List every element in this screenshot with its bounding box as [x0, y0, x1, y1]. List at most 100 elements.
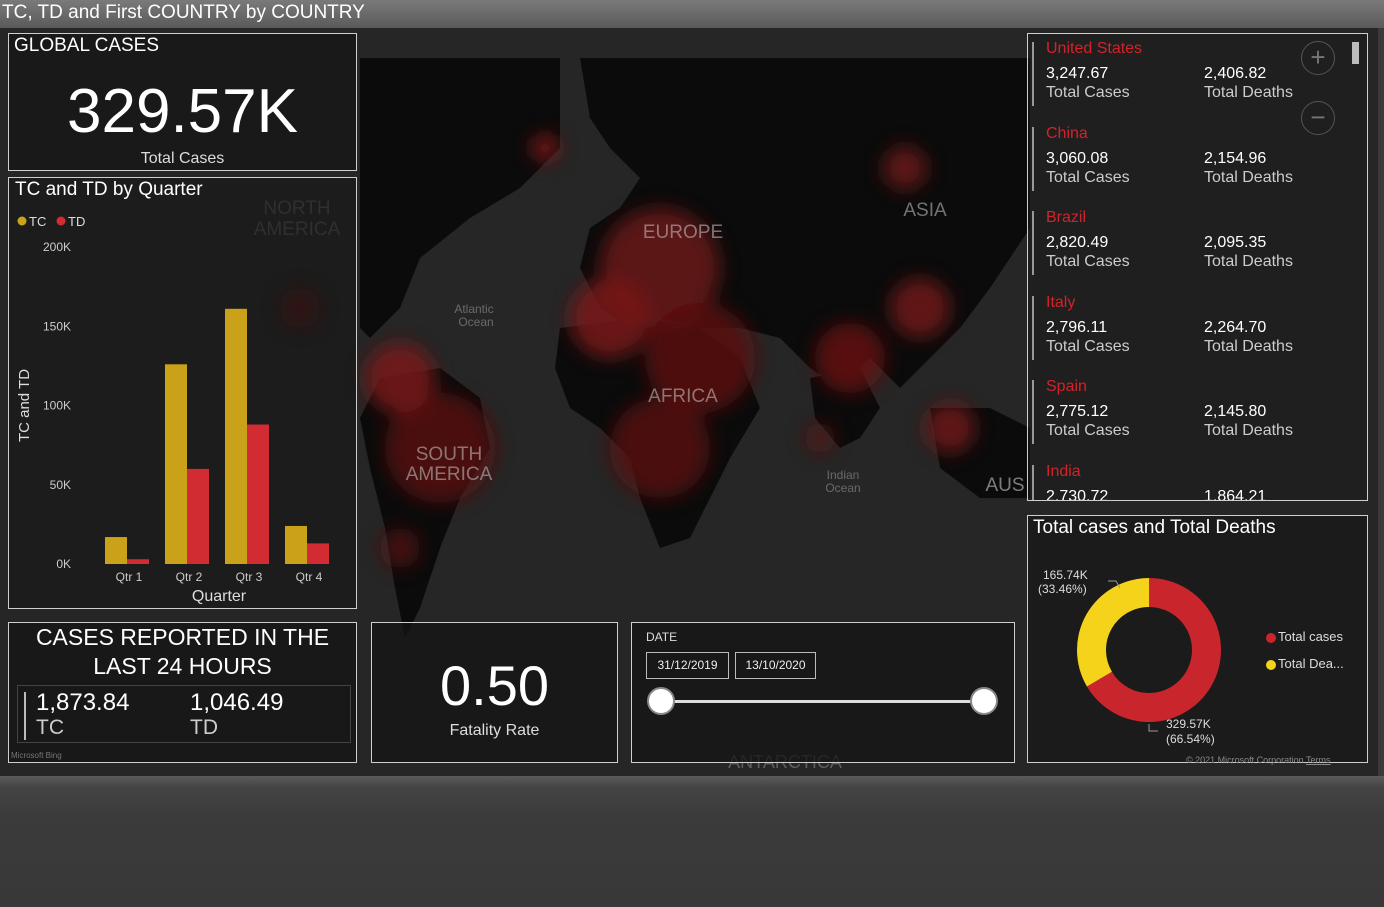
svg-text:Ocean: Ocean [825, 481, 860, 495]
legend-tc-label: TC [29, 214, 46, 229]
country-item[interactable]: India2,730.72Total Cases1,864.21Total De… [1032, 463, 1332, 501]
country-list-card: United States 3,247.67 Total Cases 2,406.82… [1027, 33, 1368, 501]
legend-td-dot [56, 216, 66, 226]
date-start-input[interactable]: 31/12/2019 [646, 652, 729, 679]
bar-td-3[interactable] [247, 424, 269, 564]
country-tc-value: 2,775.12 [1046, 403, 1109, 420]
y-tick-label: 50K [50, 478, 71, 492]
donut-leader-cases [1148, 724, 1158, 732]
country-td-value: 2,145.80 [1204, 403, 1267, 420]
country-tc-label: Total Cases [1046, 337, 1130, 355]
country-name: Italy [1046, 293, 1076, 311]
country-name: China [1046, 124, 1088, 142]
date-slider-start-handle[interactable] [647, 687, 675, 715]
window-title-bar: TC, TD and First COUNTRY by COUNTRY [0, 0, 1384, 28]
country-item-divider [1032, 464, 1034, 500]
country-name: Brazil [1046, 209, 1087, 226]
svg-text:SOUTH: SOUTH [416, 444, 483, 465]
country-td-label: Total Deaths [1204, 84, 1293, 101]
y-tick-label: 150K [43, 319, 71, 333]
fatality-rate-label: Fatality Rate [449, 722, 540, 739]
country-item[interactable]: Brazil 2,820.49 Total Cases 2,095.35 Total D… [1032, 209, 1332, 287]
country-item[interactable]: Italy 2,796.11 Total Cases 2,264.70 Total De… [1032, 294, 1332, 372]
global-cases-sub: Total Cases [140, 150, 225, 167]
y-tick-label: 100K [43, 399, 71, 413]
bar-td-1[interactable] [127, 559, 149, 564]
country-item-divider [1032, 380, 1034, 444]
fatality-rate-card: 0.50 Fatality Rate [371, 622, 618, 763]
x-tick-label: Qtr 4 [296, 570, 323, 584]
bar-tc-3[interactable] [225, 308, 247, 564]
country-tc-value: 2,796.11 [1046, 318, 1108, 336]
country-td-value: 2,264.70 [1204, 318, 1267, 336]
donut-title: Total cases and Total Deaths [1033, 517, 1276, 538]
bar-tc-1[interactable] [105, 537, 127, 564]
donut-label-cases-1: 329.57K [1166, 717, 1211, 731]
legend-deaths-dot [1266, 660, 1276, 670]
quarter-chart-card: TC and TD by Quarter TC TD 200K 150K 100K 50K… [8, 177, 357, 609]
map-southam-label: SOUTH AMERICA [406, 444, 493, 485]
bar-tc-4[interactable] [285, 525, 307, 564]
svg-text:AUS: AUS [985, 475, 1024, 496]
cases-24h-td-label: TD [190, 716, 218, 739]
zoom-in-button[interactable]: + [1301, 41, 1335, 75]
legend-cases-label: Total cases [1278, 629, 1344, 644]
country-td-value: 2,095.35 [1204, 234, 1267, 251]
country-item-divider [1032, 126, 1034, 191]
bing-credit: Microsoft Bing [11, 751, 62, 760]
country-item-divider [1032, 211, 1034, 275]
country-tc-value: 2,820.49 [1046, 234, 1109, 251]
country-td-label: Total Deaths [1204, 168, 1293, 186]
country-list[interactable]: United States 3,247.67 Total Cases 2,406.82… [1028, 34, 1348, 501]
country-item[interactable]: China 3,060.08 Total Cases 2,154.96 Total De… [1032, 125, 1332, 203]
x-tick-label: Qtr 1 [116, 570, 143, 584]
bar-td-2[interactable] [187, 468, 209, 564]
quarter-bar-chart: TC TD 200K 150K 100K 50K 0K TC and TD Qtr 1 Qtr 2… [16, 214, 329, 605]
svg-text:Atlantic: Atlantic [454, 302, 493, 316]
global-cases-card: GLOBAL CASES 329.57K Total Cases [8, 33, 357, 171]
date-end-input[interactable]: 13/10/2020 [735, 652, 816, 679]
quarter-chart-title: TC and TD by Quarter [15, 179, 203, 200]
cases-24h-divider [24, 692, 26, 740]
svg-text:AMERICA: AMERICA [406, 464, 493, 485]
cases-24h-td-value: 1,046.49 [190, 689, 284, 716]
bar-tc-2[interactable] [165, 364, 187, 564]
donut-label-deaths-2: (33.46%) [1038, 582, 1087, 596]
dashboard: EUROPE ASIA AFRICA AUS ANTARCTICA SOUTH … [0, 28, 1378, 776]
donut-label-cases-2: (66.54%) [1166, 732, 1215, 746]
svg-text:ASIA: ASIA [903, 200, 947, 221]
country-td-value: 2,154.96 [1204, 149, 1267, 167]
country-tc-label: Total Cases [1046, 253, 1130, 270]
donut-slice-deaths[interactable] [1077, 578, 1149, 687]
country-td-value: 2,406.82 [1204, 65, 1267, 82]
svg-text:EUROPE: EUROPE [643, 222, 723, 243]
svg-text:Ocean: Ocean [458, 315, 493, 329]
svg-text:AFRICA: AFRICA [648, 386, 718, 407]
bar-td-4[interactable] [307, 543, 329, 564]
map-copyright: © 2021 Microsoft Corporation Terms [1186, 755, 1331, 765]
country-td-label: Total Deaths [1204, 253, 1293, 270]
cases-24h-inner: 1,873.84 TC 1,046.49 TD [17, 685, 351, 743]
cases-24h-card: CASES REPORTED IN THE LAST 24 HOURS 1,87… [8, 622, 357, 763]
country-tc-value: 3,060.08 [1046, 149, 1109, 167]
date-slider-end-handle[interactable] [970, 687, 998, 715]
country-name: Spain [1046, 378, 1087, 395]
fatality-rate-value: 0.50 [440, 654, 549, 717]
date-slider-track[interactable] [660, 700, 984, 703]
country-td-value: 1,864.21 [1204, 487, 1267, 501]
legend-tc-dot [17, 216, 27, 226]
global-cases-label: GLOBAL CASES [14, 35, 160, 56]
cases-24h-title-1: CASES REPORTED IN THE [35, 624, 330, 650]
map-terms-link[interactable]: Terms [1306, 755, 1331, 765]
country-tc-value: 3,247.67 [1046, 65, 1109, 82]
country-td-label: Total Deaths [1204, 337, 1293, 355]
country-item[interactable]: Spain 2,775.12 Total Cases 2,145.80 Total De… [1032, 378, 1332, 456]
bottom-panel [0, 776, 1384, 907]
zoom-out-button[interactable]: − [1301, 101, 1335, 135]
scrollbar-thumb[interactable] [1352, 42, 1359, 64]
y-tick-label: 200K [43, 240, 71, 254]
donut-label-deaths-1: 165.74K [1043, 568, 1088, 582]
global-cases-value: 329.57K [67, 77, 298, 146]
country-item[interactable]: United States 3,247.67 Total Cases 2,406.82… [1032, 40, 1332, 118]
country-tc-value: 2,730.72 [1046, 487, 1109, 501]
